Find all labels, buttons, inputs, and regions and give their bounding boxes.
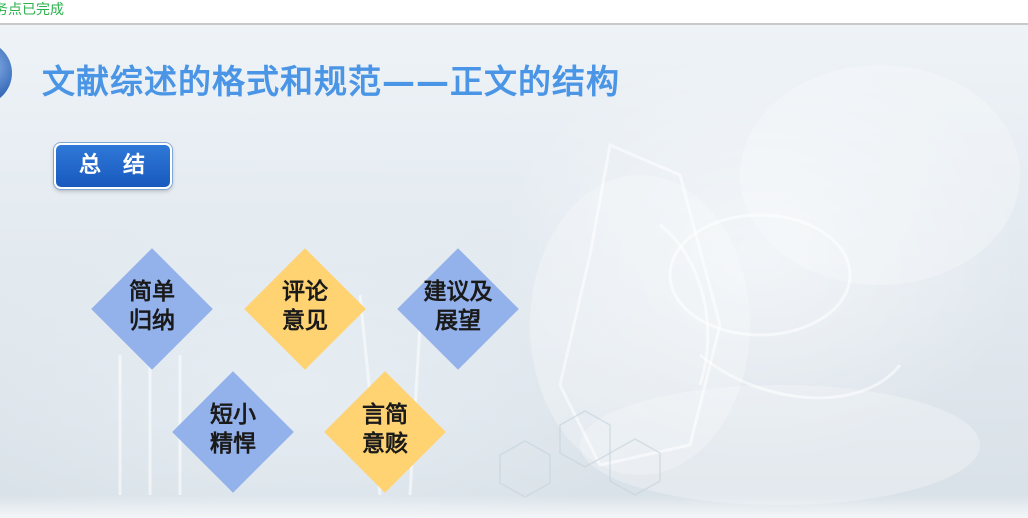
diamond-label-2: 评论 意见 xyxy=(244,278,366,336)
slide-bottom-band xyxy=(0,495,1028,518)
diamond-label-4-line1: 短小 xyxy=(210,402,256,428)
diamond-label-1-line1: 简单 xyxy=(129,279,175,305)
task-status-text: 务点已完成 xyxy=(0,2,64,18)
diamond-label-1-line2: 归纳 xyxy=(129,308,175,334)
diamond-label-5-line2: 意赅 xyxy=(362,431,408,457)
diamond-label-2-line1: 评论 xyxy=(282,279,328,305)
slide-title: 文献综述的格式和规范——正文的结构 xyxy=(42,62,620,101)
diamond-label-3-line1: 建议及 xyxy=(423,279,493,305)
slide: 文献综述的格式和规范——正文的结构 总结 简单 归纳 评论 意见 建议及 展望 … xyxy=(0,23,1028,518)
diamond-label-3-line2: 展望 xyxy=(435,308,481,334)
diamond-label-4: 短小 精悍 xyxy=(172,401,294,459)
diamond-label-5: 言简 意赅 xyxy=(324,401,446,459)
diamond-label-3: 建议及 展望 xyxy=(397,278,519,336)
status-bar: 务点已完成 xyxy=(0,0,1028,22)
diamond-label-1: 简单 归纳 xyxy=(91,278,213,336)
summary-button[interactable]: 总结 xyxy=(54,143,172,189)
diamond-label-4-line2: 精悍 xyxy=(210,431,256,457)
diamond-label-2-line2: 意见 xyxy=(282,308,328,334)
diamond-label-5-line1: 言简 xyxy=(362,402,408,428)
